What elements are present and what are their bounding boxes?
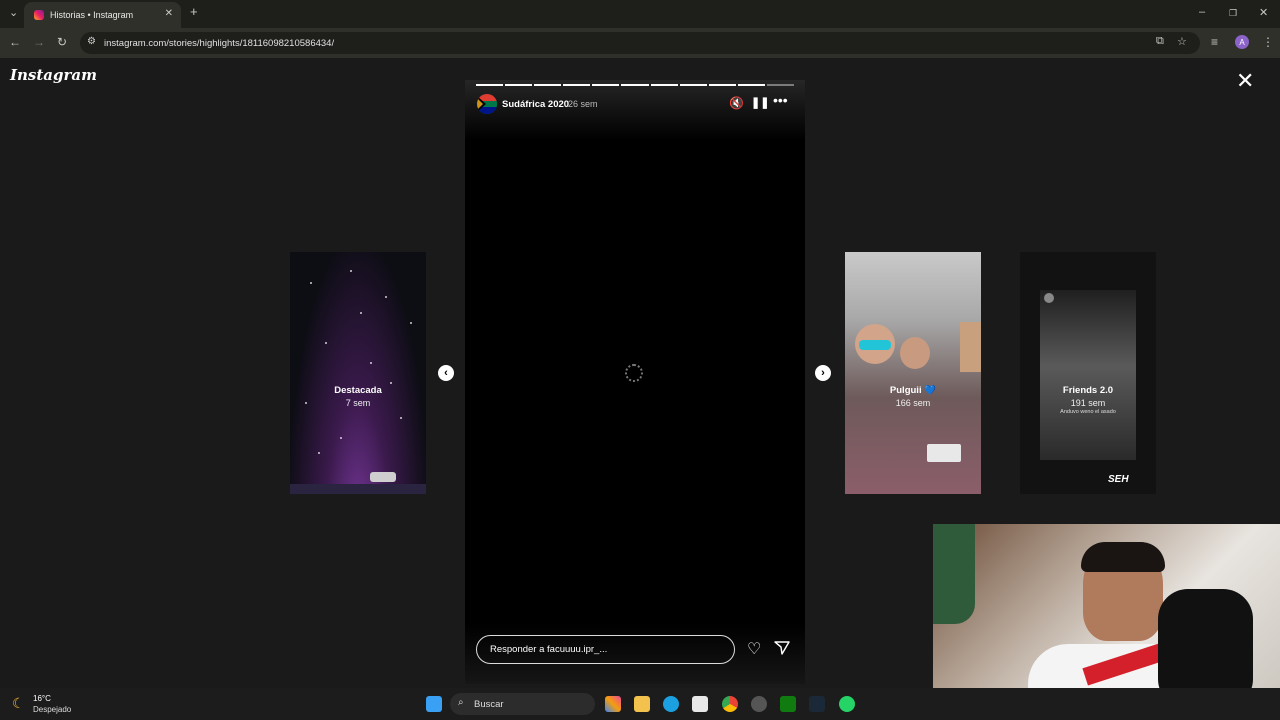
browser-toolbar: ← → ↻ ⚙ instagram.com/stories/highlights… xyxy=(0,28,1280,58)
preview-age: 191 sem xyxy=(1070,398,1106,408)
preview-title: Friends 2.0 xyxy=(1062,385,1114,396)
loading-spinner-icon xyxy=(625,364,643,382)
story-progress-bar xyxy=(476,84,795,86)
moon-weather-icon[interactable]: ☾ xyxy=(12,695,25,712)
browser-tab[interactable]: Historias • Instagram ✕ xyxy=(24,2,181,28)
progress-segment xyxy=(621,84,649,86)
story-caption: Anduvo weno el asado xyxy=(1060,409,1116,415)
tab-title: Historias • Instagram xyxy=(50,10,134,20)
tab-close-icon[interactable]: ✕ xyxy=(165,8,173,19)
file-explorer-icon[interactable] xyxy=(634,696,650,712)
like-heart-icon[interactable]: ♡ xyxy=(747,639,761,659)
progress-segment xyxy=(679,84,707,86)
restore-icon[interactable]: ❐ xyxy=(1229,8,1237,19)
south-africa-flag-icon xyxy=(477,94,497,114)
store-icon[interactable] xyxy=(692,696,708,712)
progress-segment xyxy=(766,84,795,86)
story-age: 26 sem xyxy=(568,99,598,109)
chrome-icon[interactable] xyxy=(722,696,738,712)
whatsapp-icon[interactable] xyxy=(839,696,855,712)
mute-icon[interactable]: 🔇 xyxy=(729,96,744,110)
browser-tab-strip: ⌄ Historias • Instagram ✕ + – ❐ ✕ xyxy=(0,0,1280,28)
windows-taskbar: ☾ 16°C Despejado ⌕ Buscar xyxy=(0,688,1280,720)
url-text: instagram.com/stories/highlights/1811609… xyxy=(104,37,335,49)
story-preview-pulguii[interactable]: Pulguii 💙 166 sem xyxy=(845,252,981,494)
taskbar-search[interactable]: ⌕ Buscar xyxy=(450,693,595,715)
reply-input[interactable]: Responder a facuuuu.ipr_... xyxy=(476,635,735,664)
share-send-icon[interactable] xyxy=(774,641,790,655)
building-image xyxy=(960,322,981,372)
dartboard-image xyxy=(933,524,975,624)
back-icon[interactable]: ← xyxy=(9,35,21,49)
hair-image xyxy=(1081,542,1165,572)
steam-icon[interactable] xyxy=(809,696,825,712)
profile-avatar[interactable]: A xyxy=(1235,35,1249,49)
car-image xyxy=(370,472,396,482)
story-preview-destacada[interactable]: Destacada 7 sem xyxy=(290,252,426,494)
reading-list-icon[interactable]: ≡ xyxy=(1211,35,1218,49)
progress-segment xyxy=(708,84,736,86)
progress-segment xyxy=(476,84,504,86)
close-stories-button[interactable]: ✕ xyxy=(1236,70,1254,92)
window-close-icon[interactable]: ✕ xyxy=(1259,6,1268,19)
windows-start-icon[interactable] xyxy=(426,696,442,712)
progress-segment xyxy=(534,84,562,86)
address-bar[interactable]: ⚙ instagram.com/stories/highlights/18116… xyxy=(80,32,1200,54)
site-info-icon[interactable]: ⚙ xyxy=(87,36,96,47)
instagram-logo[interactable]: Instagram xyxy=(10,66,97,84)
story-avatar[interactable] xyxy=(477,94,497,114)
mention-avatar xyxy=(1044,293,1054,303)
edge-icon[interactable] xyxy=(663,696,679,712)
group-photo-image xyxy=(1040,290,1136,460)
progress-segment xyxy=(592,84,620,86)
preview-age: 166 sem xyxy=(895,398,931,408)
weather-temperature[interactable]: 16°C xyxy=(33,694,51,703)
obs-icon[interactable] xyxy=(751,696,767,712)
progress-segment xyxy=(563,84,591,86)
story-preview-friends[interactable]: Friends 2.0 191 sem Anduvo weno el asado… xyxy=(1020,252,1156,494)
horizon-silhouette xyxy=(290,484,426,494)
bookmark-star-icon[interactable]: ☆ xyxy=(1177,35,1187,48)
install-app-icon[interactable]: ⧉ xyxy=(1156,35,1164,48)
new-tab-icon[interactable]: + xyxy=(190,4,198,19)
progress-segment xyxy=(737,84,765,86)
sticker-text: SEH xyxy=(1108,474,1129,485)
previous-story-button[interactable]: ‹ xyxy=(438,365,454,381)
next-story-button[interactable]: › xyxy=(815,365,831,381)
xbox-icon[interactable] xyxy=(780,696,796,712)
more-options-icon[interactable]: ••• xyxy=(773,93,788,107)
pause-icon[interactable]: ❚❚ xyxy=(751,96,769,110)
progress-segment xyxy=(650,84,678,86)
sunglasses-image xyxy=(859,340,891,350)
search-label: Buscar xyxy=(474,698,504,710)
weather-description[interactable]: Despejado xyxy=(33,705,71,714)
instagram-favicon-icon xyxy=(34,10,44,20)
menu-kebab-icon[interactable]: ⋮ xyxy=(1262,35,1274,49)
sticker-image xyxy=(927,444,961,462)
preview-age: 7 sem xyxy=(345,398,371,408)
copilot-icon[interactable] xyxy=(605,696,621,712)
preview-title: Destacada xyxy=(334,385,382,396)
reload-icon[interactable]: ↻ xyxy=(57,35,67,49)
progress-segment xyxy=(505,84,533,86)
story-viewer[interactable]: Sudáfrica 2020 26 sem 🔇 ❚❚ ••• Responder… xyxy=(465,80,805,684)
person-image-2 xyxy=(900,337,930,369)
story-title[interactable]: Sudáfrica 2020 xyxy=(502,99,569,110)
forward-icon[interactable]: → xyxy=(33,35,45,49)
search-icon: ⌕ xyxy=(458,697,464,708)
minimize-icon[interactable]: – xyxy=(1199,6,1205,18)
preview-title: Pulguii 💙 xyxy=(889,385,937,396)
tab-search-icon[interactable]: ⌄ xyxy=(9,6,18,19)
